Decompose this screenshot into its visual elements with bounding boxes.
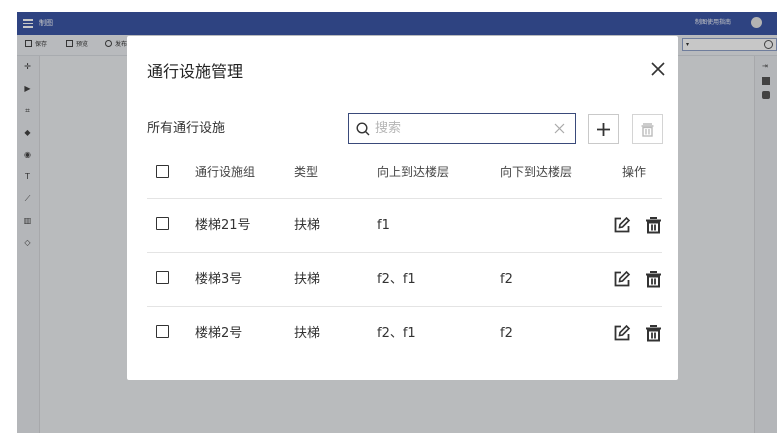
search-icon — [356, 122, 370, 136]
plus-icon — [597, 123, 610, 136]
table-row: 楼梯2号 扶梯 f2、f1 f2 — [147, 307, 662, 360]
search-input[interactable] — [375, 119, 545, 138]
cell-type: 扶梯 — [294, 326, 321, 341]
cell-up: f2、f1 — [377, 272, 416, 287]
dialog-title: 通行设施管理 — [147, 62, 244, 81]
cell-up: f2、f1 — [377, 326, 416, 341]
column-header-down: 向下到达楼层 — [500, 165, 573, 179]
table-row: 楼梯3号 扶梯 f2、f1 f2 — [147, 253, 662, 307]
batch-delete-button[interactable] — [632, 114, 663, 144]
row-checkbox[interactable] — [156, 271, 169, 284]
trash-icon — [641, 123, 654, 137]
cell-group: 楼梯21号 — [195, 218, 251, 233]
edit-icon[interactable] — [613, 324, 631, 342]
cell-up: f1 — [377, 218, 390, 233]
row-checkbox[interactable] — [156, 325, 169, 338]
cell-type: 扶梯 — [294, 218, 321, 233]
column-header-up: 向上到达楼层 — [377, 165, 450, 179]
edit-icon[interactable] — [613, 270, 631, 288]
cell-group: 楼梯3号 — [195, 272, 243, 287]
trash-icon[interactable] — [645, 270, 662, 288]
cell-down: f2 — [500, 272, 513, 287]
cell-type: 扶梯 — [294, 272, 321, 287]
section-label: 所有通行设施 — [147, 121, 226, 136]
add-button[interactable] — [588, 114, 619, 144]
cell-group: 楼梯2号 — [195, 326, 243, 341]
facility-management-dialog: 通行设施管理 所有通行设施 通行设施组 类型 向上到达楼层 向下到达楼层 操作 … — [127, 36, 678, 380]
select-all-checkbox[interactable] — [156, 165, 169, 178]
column-header-ops: 操作 — [622, 165, 647, 179]
trash-icon[interactable] — [645, 324, 662, 342]
row-checkbox[interactable] — [156, 217, 169, 230]
close-icon — [651, 62, 665, 76]
table-header: 通行设施组 类型 向上到达楼层 向下到达楼层 操作 — [147, 156, 662, 199]
cell-down: f2 — [500, 326, 513, 341]
facility-table: 通行设施组 类型 向上到达楼层 向下到达楼层 操作 楼梯21号 扶梯 f1 楼梯… — [147, 156, 662, 360]
search-box[interactable] — [348, 113, 576, 144]
column-header-type: 类型 — [294, 165, 319, 179]
trash-icon[interactable] — [645, 216, 662, 234]
close-button[interactable] — [651, 62, 665, 76]
column-header-group: 通行设施组 — [195, 165, 256, 179]
clear-icon — [554, 123, 565, 134]
table-row: 楼梯21号 扶梯 f1 — [147, 199, 662, 253]
edit-icon[interactable] — [613, 216, 631, 234]
